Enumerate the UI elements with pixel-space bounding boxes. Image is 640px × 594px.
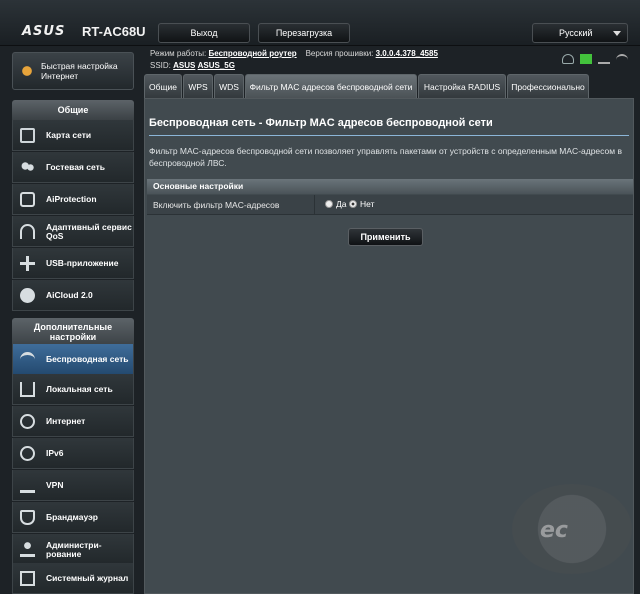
sidebar-item-label: Интернет: [46, 416, 86, 426]
mac-filter-yes-radio[interactable]: [325, 200, 333, 208]
advanced-section-title: Дополнительные настройки: [12, 318, 134, 346]
watermark-logo: [512, 484, 632, 574]
tab-mac-filter[interactable]: Фильтр MAC адресов беспроводной сети: [245, 74, 417, 98]
mac-filter-row: Включить фильтр MAC-адресов Да Нет: [147, 195, 633, 215]
log-icon: [20, 571, 35, 586]
usb-icon[interactable]: [598, 54, 610, 64]
sidebar-item-aicloud[interactable]: AiCloud 2.0: [12, 280, 134, 311]
mode-link[interactable]: Беспроводной роутер: [209, 49, 297, 58]
sidebar-item-label: Карта сети: [46, 130, 92, 140]
status-icons: [562, 54, 628, 64]
language-select[interactable]: Русский: [532, 23, 628, 43]
sidebar-item-lan[interactable]: Локальная сеть: [12, 374, 134, 405]
vpn-icon: [20, 478, 35, 493]
general-section-title: Общие: [12, 100, 134, 120]
router-model: RT-AC68U: [82, 24, 146, 39]
language-value: Русский: [559, 28, 593, 38]
asus-logo: ASUS: [22, 24, 66, 39]
quick-setup-label: Быстрая настройка Интернет: [41, 61, 118, 81]
sidebar-item-wireless[interactable]: Беспроводная сеть: [12, 344, 134, 375]
sidebar-item-qos[interactable]: Адаптивный сервис QoS: [12, 216, 134, 247]
clients-icon[interactable]: [562, 54, 574, 64]
reboot-button[interactable]: Перезагрузка: [258, 23, 350, 43]
sidebar-item-label: USB-приложение: [46, 258, 119, 268]
quick-setup-button[interactable]: Быстрая настройка Интернет: [12, 52, 134, 90]
lock-icon: [20, 192, 35, 207]
watermark-text: ec: [540, 518, 568, 543]
admin-icon: [20, 542, 35, 557]
sidebar-item-label: AiCloud 2.0: [46, 290, 93, 300]
mac-filter-yes-label: Да: [336, 199, 347, 209]
ssid-link-2[interactable]: ASUS_5G: [198, 61, 235, 70]
title-divider: [149, 135, 629, 136]
firewall-icon: [20, 510, 35, 525]
top-bar: ASUS RT-AC68U Выход Перезагрузка Русский: [0, 0, 640, 46]
sidebar-item-label: IPv6: [46, 448, 64, 458]
puzzle-icon: [20, 256, 35, 271]
ipv6-icon: [20, 446, 35, 461]
internet-status-icon[interactable]: [580, 54, 592, 64]
sidebar-item-label: Администри-рование: [46, 539, 102, 559]
tab-professional[interactable]: Профессионально: [507, 74, 589, 98]
sidebar-item-label: Локальная сеть: [46, 384, 113, 394]
tab-radius[interactable]: Настройка RADIUS: [418, 74, 506, 98]
firmware-link[interactable]: 3.0.0.4.378_4585: [376, 49, 438, 58]
mac-filter-no-radio[interactable]: [349, 200, 357, 208]
page-title: Беспроводная сеть - Фильтр MAC адресов б…: [149, 117, 493, 129]
ssid-label: SSID:: [150, 61, 171, 70]
page-description: Фильтр MAC-адресов беспроводной сети поз…: [149, 146, 622, 168]
wifi-icon: [20, 352, 35, 367]
guest-network-icon: [20, 160, 35, 175]
tab-wps[interactable]: WPS: [183, 74, 213, 98]
sidebar-item-firewall[interactable]: Брандмауэр: [12, 502, 134, 533]
firmware-label: Версия прошивки:: [305, 49, 374, 58]
ssid-link-1[interactable]: ASUS: [173, 61, 195, 70]
wand-icon: [19, 63, 35, 79]
sidebar-item-network-map[interactable]: Карта сети: [12, 120, 134, 151]
mac-filter-no-label: Нет: [360, 199, 375, 209]
sidebar-item-system-log[interactable]: Системный журнал: [12, 563, 134, 594]
chevron-down-icon: [613, 31, 621, 36]
tab-wds[interactable]: WDS: [214, 74, 244, 98]
sidebar-item-ipv6[interactable]: IPv6: [12, 438, 134, 469]
logout-button[interactable]: Выход: [158, 23, 250, 43]
sidebar-item-label: Адаптивный сервис QoS: [46, 221, 132, 241]
sidebar-item-label: Беспроводная сеть: [46, 354, 129, 364]
tab-general[interactable]: Общие: [144, 74, 182, 98]
sidebar-item-vpn[interactable]: VPN: [12, 470, 134, 501]
globe-icon: [20, 414, 35, 429]
sidebar-item-label: Системный журнал: [46, 573, 129, 583]
sidebar-item-label: Гостевая сеть: [46, 162, 105, 172]
network-map-icon: [20, 128, 35, 143]
sidebar-item-guest-network[interactable]: Гостевая сеть: [12, 152, 134, 183]
cloud-icon: [20, 288, 35, 303]
status-info: Режим работы: Беспроводной роутер Версия…: [150, 48, 438, 72]
sidebar-item-usb-app[interactable]: USB-приложение: [12, 248, 134, 279]
sidebar-item-aiprotection[interactable]: AiProtection: [12, 184, 134, 215]
sidebar-item-label: Брандмауэр: [46, 512, 98, 522]
speedometer-icon: [20, 224, 35, 239]
home-icon: [20, 382, 35, 397]
wifi-status-icon[interactable]: [616, 54, 628, 64]
basic-settings-header: Основные настройки: [147, 179, 633, 194]
mac-filter-label: Включить фильтр MAC-адресов: [153, 195, 315, 215]
apply-button[interactable]: Применить: [348, 228, 423, 246]
sidebar-item-label: AiProtection: [46, 194, 97, 204]
sidebar-item-administration[interactable]: Администри-рование: [12, 534, 134, 565]
mode-label: Режим работы:: [150, 49, 207, 58]
sidebar-item-label: VPN: [46, 480, 64, 490]
sidebar-item-internet[interactable]: Интернет: [12, 406, 134, 437]
